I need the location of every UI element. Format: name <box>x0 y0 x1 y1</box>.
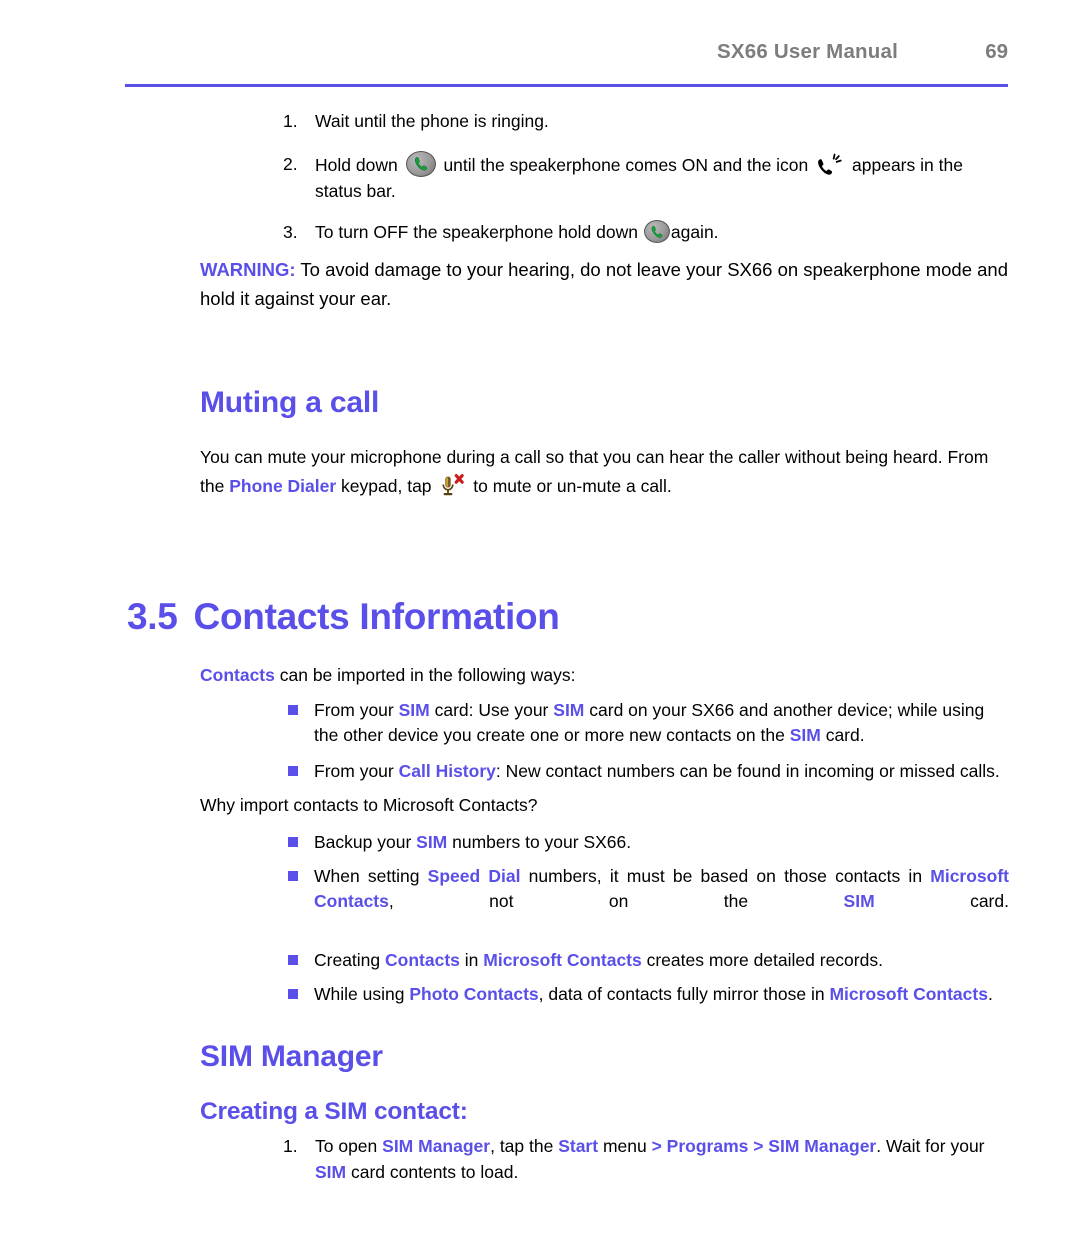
list-item-number: 1. <box>283 111 298 131</box>
highlighted-term: SIM Manager <box>382 1136 491 1156</box>
heading-muting-a-call: Muting a call <box>200 386 380 419</box>
speakerphone-steps-list: 1. Wait until the phone is ringing. 2. H… <box>283 108 1009 262</box>
square-bullet-icon <box>288 989 298 999</box>
why-import-list: Backup your SIM numbers to your SX66. Wh… <box>286 830 1009 1015</box>
plain-text: Creating <box>314 950 386 970</box>
plain-text: numbers to your SX66. <box>447 832 632 852</box>
list-item-number: 3. <box>283 222 298 242</box>
list-item-text: To open SIM Manager, tap the Start menu … <box>315 1136 985 1182</box>
warning-text: To avoid damage to your hearing, do not … <box>200 259 1008 309</box>
list-item: 1. To open SIM Manager, tap the Start me… <box>283 1133 1009 1185</box>
square-bullet-icon <box>288 705 298 715</box>
list-item: 1. Wait until the phone is ringing. <box>283 108 1009 134</box>
list-item-number: 2. <box>283 154 298 174</box>
plain-text: . <box>987 984 993 1004</box>
heading-creating-sim-contact: Creating a SIM contact: <box>200 1098 468 1125</box>
plain-text: card: Use your <box>429 700 554 720</box>
highlighted-term: Contacts <box>385 950 460 970</box>
plain-text: card. <box>874 891 1009 911</box>
plain-text: To open <box>315 1136 383 1156</box>
highlighted-term: Start <box>558 1136 599 1156</box>
highlighted-term: Call History <box>398 761 496 781</box>
plain-text: menu <box>598 1136 652 1156</box>
plain-text: Backup your <box>314 832 417 852</box>
highlighted-term: Speed Dial <box>427 866 521 886</box>
muting-text-part2: keypad, tap <box>336 476 437 496</box>
header-divider <box>125 84 1008 87</box>
page-header: SX66 User Manual 69 <box>125 40 1008 82</box>
list-item: 3. To turn OFF the speakerphone hold dow… <box>283 219 1009 245</box>
contacts-intro-paragraph: Contacts can be imported in the followin… <box>200 661 1012 690</box>
why-import-heading: Why import contacts to Microsoft Contact… <box>200 795 538 815</box>
highlighted-term: Microsoft Contacts <box>829 984 988 1004</box>
list-item-text: Creating Contacts in Microsoft Contacts … <box>314 950 883 970</box>
list-item-text: While using Photo Contacts, data of cont… <box>314 984 993 1004</box>
highlighted-term: SIM <box>843 891 875 911</box>
list-item: Backup your SIM numbers to your SX66. <box>286 830 1009 855</box>
speakerphone-status-icon <box>815 152 845 177</box>
muting-paragraph: You can mute your microphone during a ca… <box>200 443 1012 501</box>
plain-text: , data of contacts fully mirror those in <box>538 984 830 1004</box>
highlighted-term: SIM <box>553 700 585 720</box>
list-item-text: Backup your SIM numbers to your SX66. <box>314 832 631 852</box>
page-title: SX66 User Manual <box>717 40 898 63</box>
plain-text: From your <box>314 761 399 781</box>
phone-call-button-icon <box>405 151 436 177</box>
phone-dialer-term: Phone Dialer <box>229 476 337 496</box>
manual-page: SX66 User Manual 69 1. Wait until the ph… <box>0 0 1080 1259</box>
plain-text: , tap the <box>490 1136 559 1156</box>
list-item: When setting Speed Dial numbers, it must… <box>286 864 1009 939</box>
list-item: From your Call History: New contact numb… <box>286 759 1009 784</box>
highlighted-term: Microsoft Contacts <box>483 950 642 970</box>
plain-text: : New contact numbers can be found in in… <box>495 761 1000 781</box>
square-bullet-icon <box>288 871 298 881</box>
highlighted-term: SIM <box>789 725 821 745</box>
plain-text: From your <box>314 700 399 720</box>
plain-text: While using <box>314 984 410 1004</box>
list-item: 2. Hold down until the speakerphone come… <box>283 151 1009 204</box>
highlighted-term: Photo Contacts <box>409 984 539 1004</box>
plain-text: card. <box>820 725 865 745</box>
muting-text-part3: to mute or un-mute a call. <box>468 476 672 496</box>
list-item-text: From your Call History: New contact numb… <box>314 761 1000 781</box>
list-item-text-before-icon: To turn OFF the speakerphone hold down <box>315 222 638 242</box>
list-item-text-before-icon: Hold down <box>315 155 398 175</box>
list-item: Creating Contacts in Microsoft Contacts … <box>286 948 1009 973</box>
plain-text: . Wait for your <box>876 1136 985 1156</box>
mute-microphone-icon <box>437 473 467 499</box>
plain-text: creates more detailed records. <box>641 950 883 970</box>
plain-text: When setting <box>314 866 428 886</box>
plain-text: , not on the <box>388 891 844 911</box>
highlighted-term: SIM <box>315 1162 347 1182</box>
square-bullet-icon <box>288 766 298 776</box>
plain-text: in <box>459 950 484 970</box>
highlighted-term: SIM <box>398 700 430 720</box>
list-item-text: When setting Speed Dial numbers, it must… <box>314 866 1009 911</box>
import-methods-list: From your SIM card: Use your SIM card on… <box>286 698 1009 792</box>
list-item: While using Photo Contacts, data of cont… <box>286 982 1009 1007</box>
list-item-text-middle: until the speakerphone comes ON and the … <box>443 155 809 175</box>
list-item: From your SIM card: Use your SIM card on… <box>286 698 1009 748</box>
heading-contacts-information: 3.5 Contacts Information <box>127 596 560 638</box>
heading-sim-manager: SIM Manager <box>200 1040 383 1073</box>
contacts-intro-text: can be imported in the following ways: <box>274 665 576 685</box>
sim-manager-steps-list: 1. To open SIM Manager, tap the Start me… <box>283 1133 1009 1202</box>
list-item-text: Wait until the phone is ringing. <box>315 111 549 131</box>
page-number: 69 <box>985 40 1008 63</box>
square-bullet-icon <box>288 837 298 847</box>
highlighted-term: SIM <box>416 832 448 852</box>
warning-paragraph: WARNING: To avoid damage to your hearing… <box>200 255 1010 313</box>
list-item-text-after-icon: again. <box>670 222 719 242</box>
list-item-text: From your SIM card: Use your SIM card on… <box>314 700 984 745</box>
square-bullet-icon <box>288 955 298 965</box>
phone-call-button-icon <box>643 220 670 243</box>
plain-text: numbers, it must be based on those conta… <box>520 866 931 886</box>
highlighted-term: > Programs > SIM Manager <box>651 1136 877 1156</box>
list-item-number: 1. <box>283 1136 298 1156</box>
section-number: 3.5 <box>127 596 178 637</box>
warning-label: WARNING: <box>200 259 296 280</box>
section-title: Contacts Information <box>193 596 560 637</box>
plain-text: card contents to load. <box>346 1162 519 1182</box>
contacts-term: Contacts <box>200 665 275 685</box>
